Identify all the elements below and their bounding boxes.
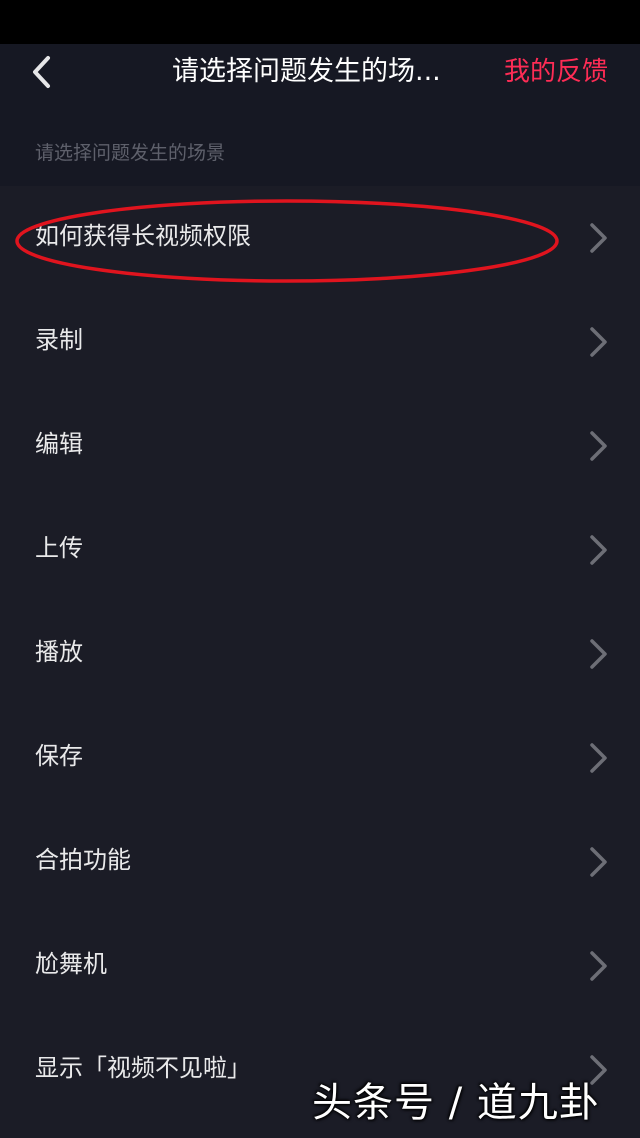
list-item-edit[interactable]: 编辑 — [0, 394, 640, 498]
list-item-label: 保存 — [35, 742, 83, 770]
chevron-right-icon — [590, 535, 607, 565]
scenario-list: 如何获得长视频权限 录制 编辑 上传 播放 保存 合拍功能 尬舞机 显示「视频不… — [0, 186, 640, 1138]
back-button[interactable] — [22, 52, 62, 92]
list-item-label: 合拍功能 — [35, 846, 131, 874]
list-item-label: 录制 — [35, 326, 83, 354]
list-item-duet[interactable]: 合拍功能 — [0, 810, 640, 914]
watermark: 头条号 / 道九卦 — [312, 1080, 600, 1126]
page-title: 请选择问题发生的场... — [172, 56, 441, 87]
list-item-upload[interactable]: 上传 — [0, 498, 640, 602]
chevron-right-icon — [590, 847, 607, 877]
list-item-label: 播放 — [35, 638, 83, 666]
list-item-label: 尬舞机 — [35, 950, 107, 978]
list-item-playback[interactable]: 播放 — [0, 602, 640, 706]
chevron-right-icon — [590, 639, 607, 669]
chevron-right-icon — [590, 951, 607, 981]
chevron-right-icon — [590, 431, 607, 461]
status-bar — [0, 0, 640, 44]
my-feedback-link[interactable]: 我的反馈 — [504, 52, 608, 92]
section-label: 请选择问题发生的场景 — [35, 142, 226, 164]
chevron-right-icon — [590, 743, 607, 773]
chevron-left-icon — [33, 56, 50, 88]
list-item-record[interactable]: 录制 — [0, 290, 640, 394]
list-item-label: 显示「视频不见啦」 — [35, 1054, 251, 1082]
list-item-dance-machine[interactable]: 尬舞机 — [0, 914, 640, 1018]
header: 请选择问题发生的场... 我的反馈 — [0, 44, 640, 100]
list-item-label: 如何获得长视频权限 — [35, 222, 251, 250]
list-item-label: 上传 — [35, 534, 83, 562]
chevron-right-icon — [590, 327, 607, 357]
list-item-save[interactable]: 保存 — [0, 706, 640, 810]
list-item-long-video-permission[interactable]: 如何获得长视频权限 — [0, 186, 640, 290]
list-item-label: 编辑 — [35, 430, 83, 458]
chevron-right-icon — [590, 223, 607, 253]
section-header: 请选择问题发生的场景 — [0, 100, 640, 186]
